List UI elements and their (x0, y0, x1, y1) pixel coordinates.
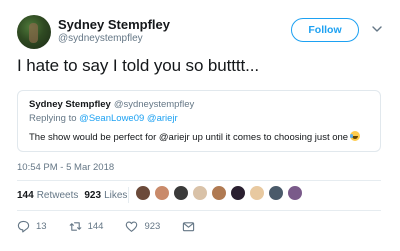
likes-label[interactable]: Likes (104, 190, 127, 201)
reply-icon (17, 220, 30, 232)
laughing-tears-emoji-icon (350, 131, 361, 141)
tweet-text: I hate to say I told you so butttt... (17, 56, 259, 75)
replying-to-handles[interactable]: @SeanLowe09 @ariejr (79, 113, 178, 124)
like-button[interactable]: 923 (125, 220, 160, 233)
quoted-text: The show would be perfect for @ariejr up… (29, 132, 349, 143)
replying-to-prefix: Replying to (29, 113, 77, 124)
stats-separator (128, 187, 129, 203)
tweet-timestamp[interactable]: 10:54 PM - 5 Mar 2018 (17, 162, 114, 173)
liker-avatar[interactable] (154, 185, 170, 201)
liker-avatar[interactable] (173, 185, 189, 201)
tweet-actions: 13 144 923 (17, 218, 223, 234)
likes-count[interactable]: 923 (84, 190, 101, 201)
retweet-button[interactable]: 144 (69, 220, 104, 233)
quoted-tweet[interactable]: Sydney Stempfley @sydneystempfley Replyin… (17, 90, 381, 152)
liker-avatar[interactable] (249, 185, 265, 201)
quoted-author-name: Sydney Stempfley (29, 99, 111, 110)
retweet-icon (69, 221, 81, 231)
liker-avatar[interactable] (211, 185, 227, 201)
divider (17, 180, 381, 181)
liker-avatar[interactable] (268, 185, 284, 201)
liker-avatars (135, 185, 306, 201)
quoted-reply-context: Replying to @SeanLowe09 @ariejr (29, 113, 178, 124)
liker-avatar[interactable] (135, 185, 151, 201)
retweet-count: 144 (87, 220, 104, 232)
follow-button[interactable]: Follow (291, 18, 359, 42)
liker-avatar[interactable] (192, 185, 208, 201)
quoted-author: Sydney Stempfley @sydneystempfley (29, 99, 194, 110)
quoted-text-row: The show would be perfect for @ariejr up… (29, 131, 361, 143)
like-count: 923 (144, 220, 161, 232)
tweet-stats: 144 Retweets 923 Likes (17, 187, 133, 203)
retweets-label[interactable]: Retweets (37, 190, 79, 201)
divider (17, 210, 381, 211)
author-avatar[interactable] (17, 15, 51, 49)
author-handle[interactable]: @sydneystempfley (58, 33, 143, 44)
reply-count: 13 (36, 220, 47, 232)
heart-icon (126, 220, 138, 232)
retweets-count[interactable]: 144 (17, 190, 34, 201)
quoted-author-handle: @sydneystempfley (113, 99, 195, 110)
reply-button[interactable]: 13 (17, 220, 47, 233)
author-name[interactable]: Sydney Stempfley (58, 17, 170, 32)
direct-message-button[interactable] (182, 220, 201, 233)
liker-avatar[interactable] (230, 185, 246, 201)
liker-avatar[interactable] (287, 185, 303, 201)
chevron-down-icon[interactable] (371, 23, 383, 35)
envelope-icon (183, 221, 195, 231)
